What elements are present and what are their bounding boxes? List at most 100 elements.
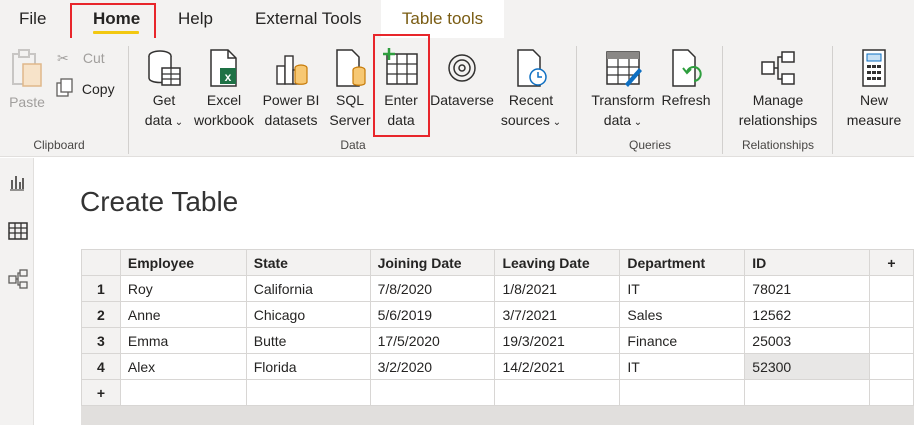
sql-server-button[interactable]: SQL Server <box>327 48 373 130</box>
column-header-id[interactable]: ID <box>744 249 871 276</box>
table-cell[interactable]: Emma <box>119 327 247 354</box>
empty-cell[interactable] <box>869 379 914 406</box>
separator <box>128 46 129 154</box>
empty-cell[interactable] <box>869 327 914 354</box>
table-cell[interactable]: California <box>245 275 371 302</box>
empty-cell[interactable] <box>369 379 496 406</box>
scissors-icon: ✂ <box>57 50 69 66</box>
add-row-button[interactable]: + <box>81 379 121 406</box>
tab-table-tools[interactable]: Table tools <box>381 0 504 38</box>
empty-cell[interactable] <box>869 275 914 302</box>
sql-label-2: Server <box>329 112 371 128</box>
table-cell[interactable]: Roy <box>119 275 247 302</box>
column-header-joining-date[interactable]: Joining Date <box>369 249 496 276</box>
copy-icon <box>56 78 73 97</box>
data-group-label: Data <box>340 138 366 152</box>
tab-external-tools[interactable]: External Tools <box>255 0 361 38</box>
column-header-state[interactable]: State <box>245 249 371 276</box>
dataverse-button[interactable]: Dataverse <box>428 48 496 110</box>
table-cell[interactable]: Sales <box>619 301 746 328</box>
separator <box>832 46 833 154</box>
paste-icon <box>12 49 42 87</box>
copy-button[interactable]: Copy <box>55 78 115 99</box>
table-cell[interactable]: 12562 <box>744 301 871 328</box>
table-cell[interactable]: 1/8/2021 <box>494 275 621 302</box>
relationships-label-1: Manage <box>752 92 804 108</box>
table-cell[interactable]: Finance <box>619 327 746 354</box>
chevron-down-icon: ⌄ <box>631 117 643 128</box>
excel-label-1: Excel <box>206 92 242 108</box>
recent-sources-button[interactable]: Recent sources ⌄ <box>498 48 564 133</box>
table-cell[interactable]: IT <box>619 275 746 302</box>
table-cell[interactable]: 5/6/2019 <box>369 301 496 328</box>
table-cell[interactable]: Florida <box>245 353 371 380</box>
svg-text:x: x <box>225 70 232 84</box>
table-cell[interactable]: IT <box>619 353 746 380</box>
table-cell[interactable]: 25003 <box>744 327 871 354</box>
dataverse-icon <box>448 54 476 82</box>
table-cell[interactable]: Anne <box>119 301 247 328</box>
empty-cell[interactable] <box>869 301 914 328</box>
column-header-leaving-date[interactable]: Leaving Date <box>494 249 621 276</box>
selected-cell[interactable]: 52300 <box>744 353 871 380</box>
recent-sources-icon <box>517 49 547 87</box>
table-cell[interactable]: 14/2/2021 <box>494 353 621 380</box>
refresh-button[interactable]: Refresh <box>658 48 714 110</box>
excel-workbook-button[interactable]: x Excel workbook <box>190 48 258 130</box>
table-row: 4 Alex Florida 3/2/2020 14/2/2021 IT 523… <box>81 353 914 380</box>
empty-cell[interactable] <box>744 379 871 406</box>
table-cell[interactable]: 7/8/2020 <box>369 275 496 302</box>
cut-button[interactable]: ✂ Cut <box>57 48 105 68</box>
calculator-icon <box>862 49 886 87</box>
separator <box>722 46 723 154</box>
corner-cell <box>81 249 121 276</box>
pbi-datasets-label-1: Power BI <box>262 92 320 108</box>
relationships-group-label: Relationships <box>741 138 815 152</box>
new-measure-button[interactable]: New measure <box>842 48 906 130</box>
table-cell[interactable]: 3/2/2020 <box>369 353 496 380</box>
empty-cell[interactable] <box>619 379 746 406</box>
ribbon: Paste ✂ Cut Copy Clipboard Get data ⌄ x … <box>0 38 914 157</box>
power-bi-datasets-button[interactable]: Power BI datasets <box>260 48 322 130</box>
relationships-label-2: relationships <box>738 112 818 128</box>
column-header-department[interactable]: Department <box>619 249 746 276</box>
data-view-icon[interactable] <box>7 220 29 242</box>
manage-relationships-button[interactable]: Manage relationships <box>732 48 824 130</box>
new-measure-label-2: measure <box>846 112 902 128</box>
get-data-button[interactable]: Get data ⌄ <box>140 48 188 133</box>
pbi-datasets-label-2: datasets <box>264 112 318 128</box>
report-view-icon[interactable] <box>7 172 27 192</box>
sql-label-1: SQL <box>335 92 364 108</box>
table-cell[interactable]: 78021 <box>744 275 871 302</box>
empty-cell[interactable] <box>119 379 247 406</box>
empty-cell[interactable] <box>245 379 371 406</box>
row-number: 4 <box>81 353 121 380</box>
empty-cell[interactable] <box>869 353 914 380</box>
table-cell[interactable]: 19/3/2021 <box>494 327 621 354</box>
table-cell[interactable]: Chicago <box>245 301 371 328</box>
table-cell[interactable]: 17/5/2020 <box>369 327 496 354</box>
cut-label: Cut <box>82 50 105 66</box>
row-number: 3 <box>81 327 121 354</box>
database-icon <box>148 50 181 86</box>
tab-file[interactable]: File <box>19 0 46 38</box>
row-number: 1 <box>81 275 121 302</box>
sql-server-icon <box>336 49 366 87</box>
model-view-icon[interactable] <box>7 268 29 290</box>
transform-data-icon <box>606 51 642 87</box>
empty-cell[interactable] <box>494 379 621 406</box>
chevron-down-icon: ⌄ <box>172 117 184 128</box>
add-column-button[interactable]: + <box>869 249 914 276</box>
table-cell[interactable]: 3/7/2021 <box>494 301 621 328</box>
transform-data-button[interactable]: Transform data ⌄ <box>588 48 658 133</box>
table-cell[interactable]: Alex <box>119 353 247 380</box>
column-header-employee[interactable]: Employee <box>119 249 247 276</box>
create-table-grid: Employee State Joining Date Leaving Date… <box>81 249 914 406</box>
get-data-label-2: data <box>144 112 173 128</box>
relationships-icon <box>761 51 795 85</box>
table-cell[interactable]: Butte <box>245 327 371 354</box>
datasets-icon <box>276 55 308 85</box>
tab-help[interactable]: Help <box>178 0 213 38</box>
paste-button[interactable]: Paste <box>6 48 48 112</box>
page-title: Create Table <box>80 186 239 217</box>
